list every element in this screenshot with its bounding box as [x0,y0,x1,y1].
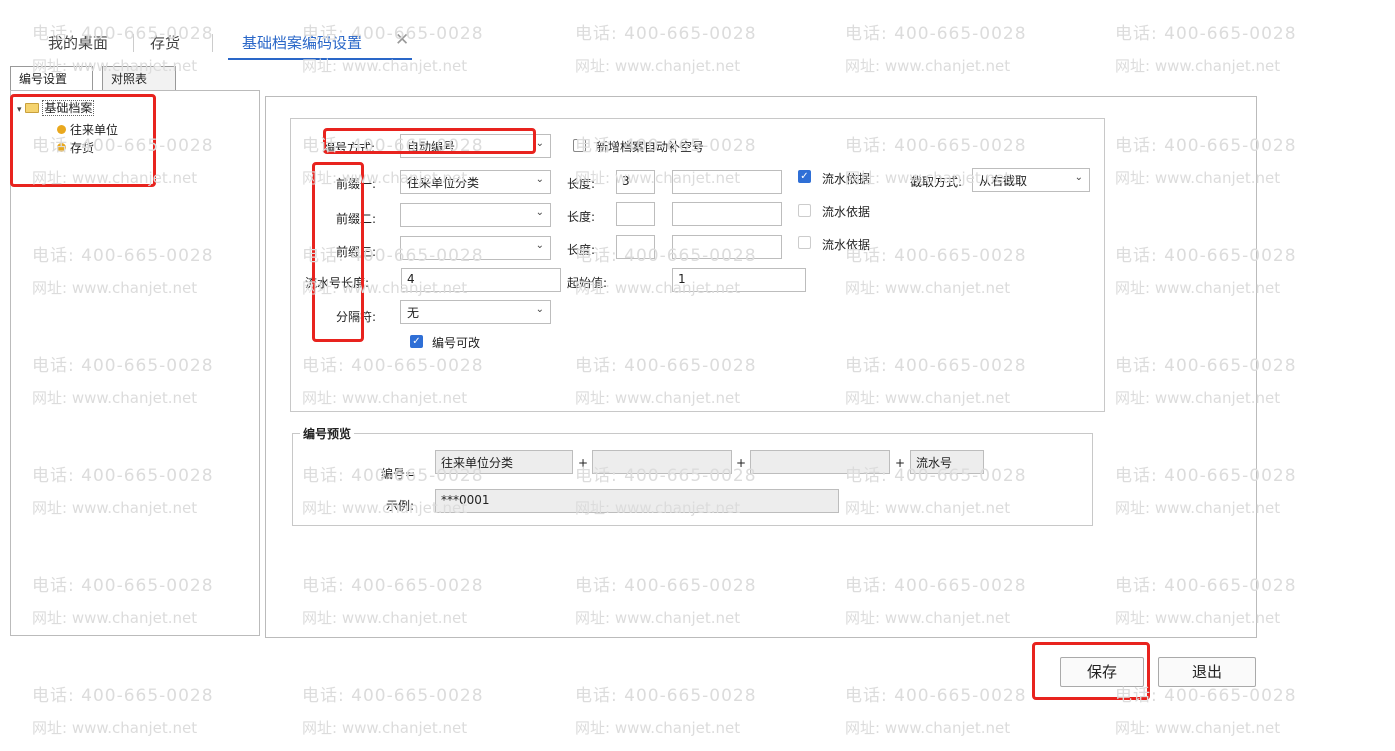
preview-title: 编号预览 [300,425,355,442]
example-label: 示例: [386,499,415,513]
watermark: 电话: 400-665-0028 网址: www.chanjet.net [575,686,757,737]
close-icon[interactable]: ✕ [395,30,409,50]
tab-bar: 我的桌面 存货 基础档案编码设置 ✕ [0,0,1395,62]
chevron-down-icon: ⌄ [535,138,544,149]
watermark: 电话: 400-665-0028 网址: www.chanjet.net [302,686,484,737]
subtab-code-settings[interactable]: 编号设置 [10,66,93,90]
tab-code-settings[interactable]: 基础档案编码设置 [242,32,362,53]
start-value-input[interactable]: 1 [672,268,806,292]
cut-mode-select[interactable]: 从右截取 ⌄ [972,168,1090,192]
highlight-prefix-labels [312,162,364,342]
highlight-tree [10,94,156,187]
plus-sign: + [736,456,747,470]
prefix3-extra-input[interactable] [672,235,782,259]
active-tab-indicator [228,58,412,60]
highlight-save [1032,642,1150,700]
preview-code-label: 编号= [381,467,416,481]
preview-serial: 流水号 [910,450,984,474]
serial-length-input[interactable]: 4 [401,268,561,292]
chevron-down-icon: ⌄ [535,207,544,218]
cut-mode-label: 截取方式: [910,175,963,189]
length-label: 长度: [567,210,596,224]
preview-part2 [592,450,732,474]
flow-basis1-checkbox[interactable]: ✓ [798,170,811,183]
prefix3-select[interactable]: ⌄ [400,236,551,260]
cut-mode-value: 从右截取 [979,174,1028,188]
watermark: 电话: 400-665-0028 网址: www.chanjet.net [845,686,1027,737]
subtab-mapping-table[interactable]: 对照表 [102,66,176,90]
plus-sign: + [578,456,589,470]
chevron-down-icon: ⌄ [535,174,544,185]
settings-group [290,118,1105,412]
plus-sign: + [895,456,906,470]
preview-part3 [750,450,890,474]
prefix1-extra-input[interactable] [672,170,782,194]
prefix1-value: 往来单位分类 [407,176,480,190]
tab-inventory[interactable]: 存货 [150,32,180,53]
flow-basis2-label: 流水依据 [822,205,871,219]
example-value: ***0001 [435,489,839,513]
chevron-down-icon: ⌄ [535,240,544,251]
watermark: 电话: 400-665-0028 网址: www.chanjet.net [32,686,214,737]
editable-checkbox[interactable]: ✓ [410,335,423,348]
chevron-down-icon: ⌄ [535,304,544,315]
prefix1-select[interactable]: 往来单位分类 ⌄ [400,170,551,194]
highlight-mode [323,128,536,154]
length1-input[interactable]: 3 [616,170,655,194]
autofill-label: 新增档案自动补空号 [596,140,705,154]
separator-select[interactable]: 无 ⌄ [400,300,551,324]
autofill-checkbox[interactable] [573,139,586,152]
separator-value: 无 [407,306,420,320]
preview-part1: 往来单位分类 [435,450,573,474]
editable-label: 编号可改 [432,336,481,350]
tab-divider [133,34,134,52]
flow-basis3-checkbox[interactable] [798,236,811,249]
tab-my-desktop[interactable]: 我的桌面 [48,32,108,53]
prefix2-extra-input[interactable] [672,202,782,226]
length-label: 长度: [567,177,596,191]
start-value-label: 起始值: [567,276,608,290]
flow-basis1-label: 流水依据 [822,172,871,186]
chevron-down-icon: ⌄ [1074,172,1083,183]
length-label: 长度: [567,243,596,257]
flow-basis3-label: 流水依据 [822,238,871,252]
flow-basis2-checkbox[interactable] [798,204,811,217]
length3-input[interactable] [616,235,655,259]
exit-button[interactable]: 退出 [1158,657,1256,687]
prefix2-select[interactable]: ⌄ [400,203,551,227]
tab-divider [212,34,213,52]
length2-input[interactable] [616,202,655,226]
